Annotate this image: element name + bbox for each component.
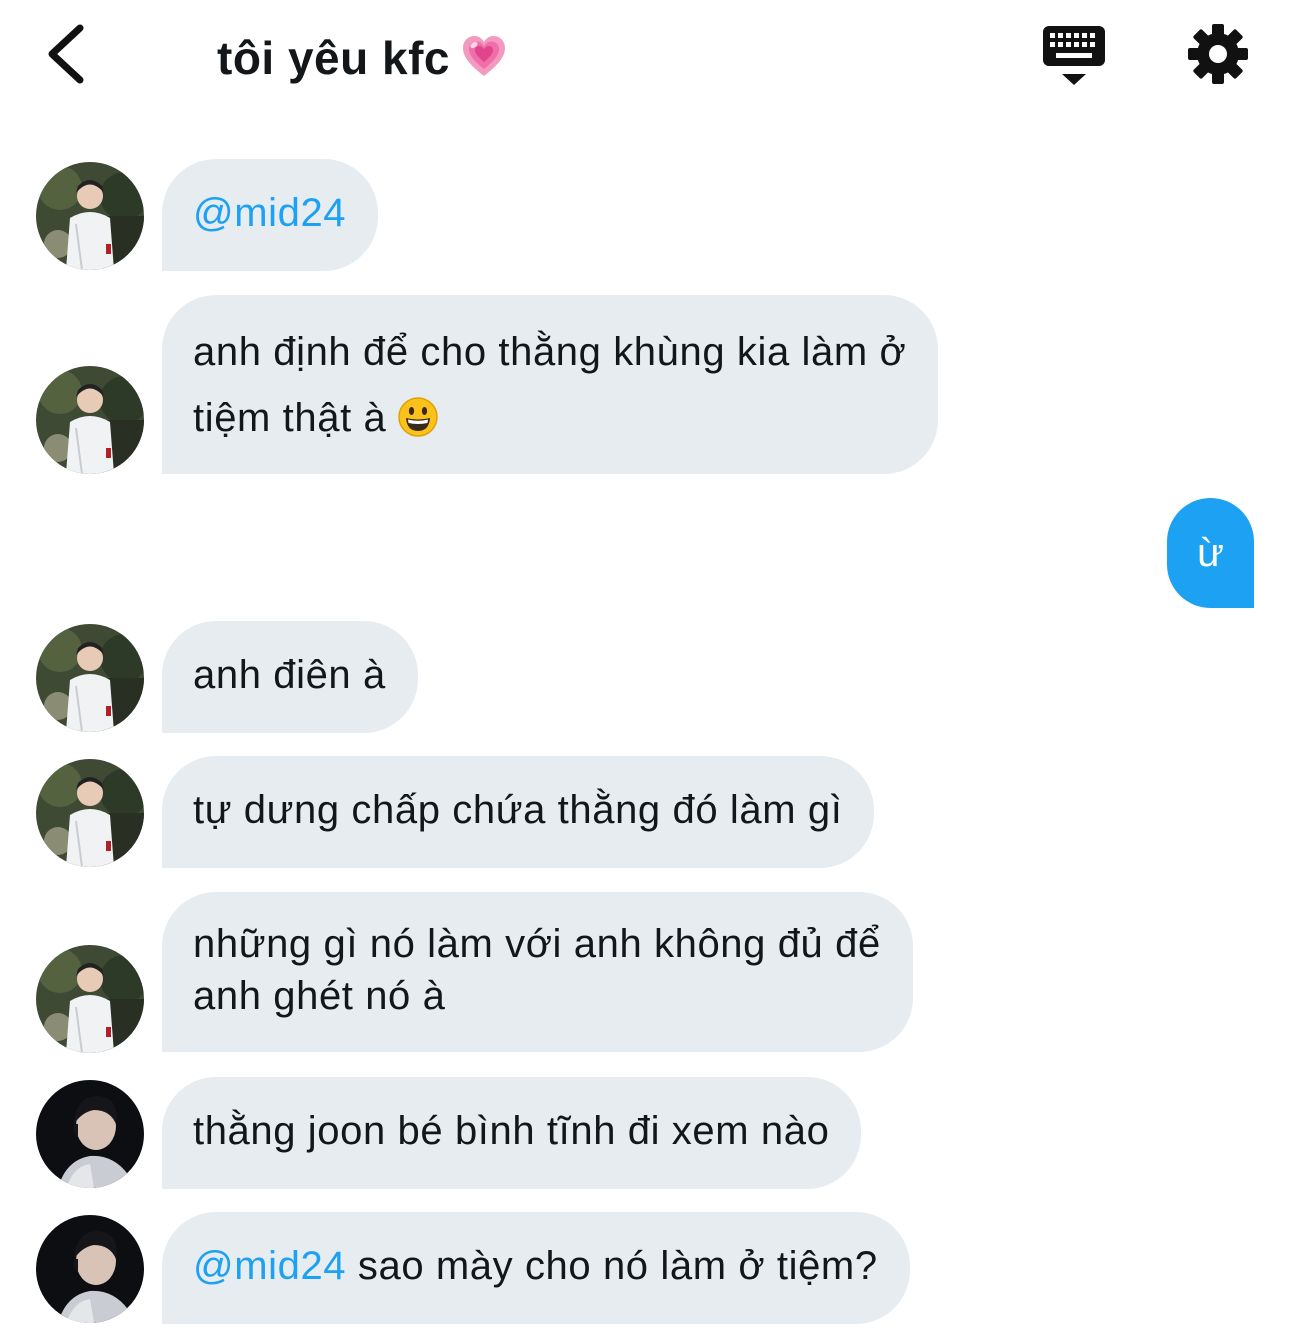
avatar-user-a[interactable] [36, 759, 144, 867]
message-bubble-1: @mid24 [162, 159, 379, 271]
dm-conversation-screen: tôi yêu kfc @mid24 anh định để cho thằng… [0, 0, 1290, 1329]
gear-icon[interactable] [1186, 22, 1250, 86]
avatar-user-a[interactable] [36, 366, 144, 474]
message-bubble-8: @mid24 sao mày cho nó làm ở tiệm? [162, 1212, 910, 1324]
settings-button[interactable] [1186, 22, 1250, 86]
back-button[interactable] [40, 22, 96, 86]
message-text: sao mày cho nó làm ở tiệm? [346, 1244, 878, 1288]
message-text: tự dưng chấp chứa thằng đó làm gì [193, 788, 843, 832]
message-text-line-with-emoji: tiệm thật à [193, 385, 906, 451]
message-bubble-5: tự dưng chấp chứa thằng đó làm gì [162, 756, 875, 868]
conversation-title-text: tôi yêu kfc [217, 32, 451, 84]
message-text-line: tiệm thật à [193, 396, 387, 440]
sent-message-bubble: ừ [1167, 498, 1254, 608]
message-bubble-4: anh điên à [162, 621, 418, 733]
message-bubble-7: thằng joon bé bình tĩnh đi xem nào [162, 1077, 862, 1189]
avatar-user-b[interactable] [36, 1080, 144, 1188]
avatar-user-a[interactable] [36, 945, 144, 1053]
avatar-user-b[interactable] [36, 1215, 144, 1323]
message-text-line: anh ghét nó à [193, 974, 446, 1018]
message-bubble-2: anh định để cho thằng khùng kia làm ở ti… [162, 295, 939, 474]
message-text: anh điên à [193, 653, 386, 697]
mention-link[interactable]: @mid24 [193, 1244, 346, 1288]
avatar-user-a[interactable] [36, 624, 144, 732]
message-text: ừ [1197, 531, 1224, 575]
mention-link[interactable]: @mid24 [193, 191, 346, 235]
grinning-face-emoji-icon [398, 397, 439, 437]
back-arrow-icon[interactable] [40, 22, 96, 86]
conversation-title: tôi yêu kfc [217, 30, 508, 86]
keyboard-toggle-button[interactable] [1040, 22, 1110, 88]
avatar-user-a[interactable] [36, 162, 144, 270]
growing-heart-emoji-icon [463, 36, 506, 76]
message-text-line: anh định để cho thằng khùng kia làm ở [193, 330, 907, 374]
keyboard-icon[interactable] [1040, 22, 1110, 88]
message-text: thằng joon bé bình tĩnh đi xem nào [193, 1109, 830, 1153]
message-text-line: những gì nó làm với anh không đủ để [193, 922, 881, 966]
message-bubble-6: những gì nó làm với anh không đủ để anh … [162, 892, 913, 1052]
